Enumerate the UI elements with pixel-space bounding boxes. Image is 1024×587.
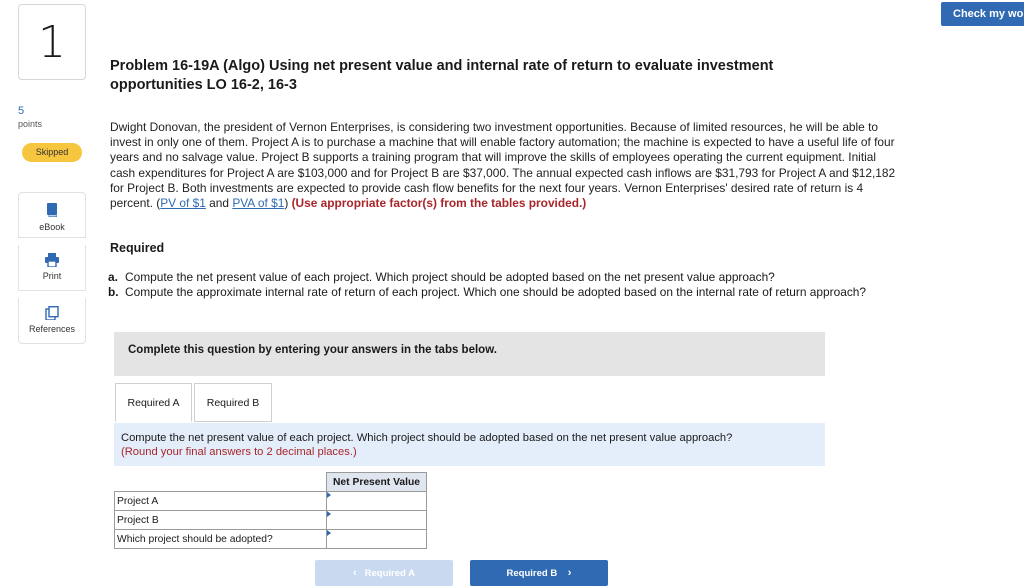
status-badge: Skipped [22, 143, 82, 162]
row-label-project-a: Project A [114, 491, 327, 511]
chevron-left-icon: ‹ [353, 567, 357, 579]
factor-instruction: (Use appropriate factor(s) from the tabl… [291, 196, 587, 211]
prev-required-a-button[interactable]: ‹ Required A [315, 560, 453, 586]
close-paren: ) [284, 196, 292, 211]
references-label: References [28, 324, 76, 334]
pva-link[interactable]: PVA of $1 [232, 196, 284, 210]
requirement-text: Compute the net present value of each pr… [125, 270, 775, 284]
ebook-icon [47, 203, 57, 217]
npv-input-project-a[interactable] [326, 491, 427, 511]
check-my-work-button[interactable]: Check my wo [941, 2, 1024, 26]
ebook-button[interactable]: eBook [18, 192, 86, 238]
table-header-row: Net Present Value [114, 472, 427, 492]
table-corner [114, 472, 327, 492]
npv-table: Net Present Value Project A Project B Wh… [114, 472, 427, 549]
row-label-project-b: Project B [114, 510, 327, 530]
problem-title: Problem 16-19A (Algo) Using net present … [110, 58, 774, 93]
next-required-b-button[interactable]: Required B › [470, 560, 608, 586]
complete-instructions: Complete this question by entering your … [114, 332, 825, 376]
npv-input-project-b[interactable] [326, 510, 427, 530]
requirement-key: a. [108, 270, 118, 284]
requirement-text: Compute the approximate internal rate of… [125, 285, 866, 300]
adopt-select[interactable] [326, 529, 427, 549]
row-label-adopt: Which project should be adopted? [114, 529, 327, 549]
points-value: 5 [18, 105, 25, 117]
print-icon [45, 253, 59, 267]
table-row: Project B [114, 510, 427, 530]
points-label: points [18, 119, 43, 129]
question-number: 1 [18, 4, 86, 80]
instruction-text: Compute the net present value of each pr… [121, 432, 733, 444]
chevron-right-icon: › [567, 567, 572, 579]
tab-required-b[interactable]: Required B [194, 383, 272, 422]
and-text: and [205, 196, 233, 211]
required-heading: Required [110, 241, 165, 255]
references-button[interactable]: References [18, 298, 86, 344]
problem-description: Dwight Donovan, the president of Vernon … [110, 120, 900, 211]
next-label: Required B [506, 568, 558, 579]
references-icon [45, 306, 59, 320]
tab-required-a[interactable]: Required A [115, 383, 192, 422]
pv-link[interactable]: PV of $1 [160, 196, 206, 210]
print-label: Print [42, 271, 62, 281]
rounding-note: (Round your final answers to 2 decimal p… [121, 445, 357, 458]
ebook-label: eBook [39, 222, 65, 232]
prev-label: Required A [364, 568, 415, 579]
requirement-b: b. Compute the approximate internal rate… [108, 285, 898, 300]
table-row: Project A [114, 491, 427, 511]
tab-instructions: Compute the net present value of each pr… [114, 423, 825, 466]
requirement-a: a. Compute the net present value of each… [108, 270, 898, 285]
column-header-npv: Net Present Value [326, 472, 427, 492]
table-row: Which project should be adopted? [114, 529, 427, 549]
requirements-list: a. Compute the net present value of each… [108, 270, 898, 300]
print-button[interactable]: Print [18, 245, 86, 291]
requirement-key: b. [108, 285, 119, 300]
